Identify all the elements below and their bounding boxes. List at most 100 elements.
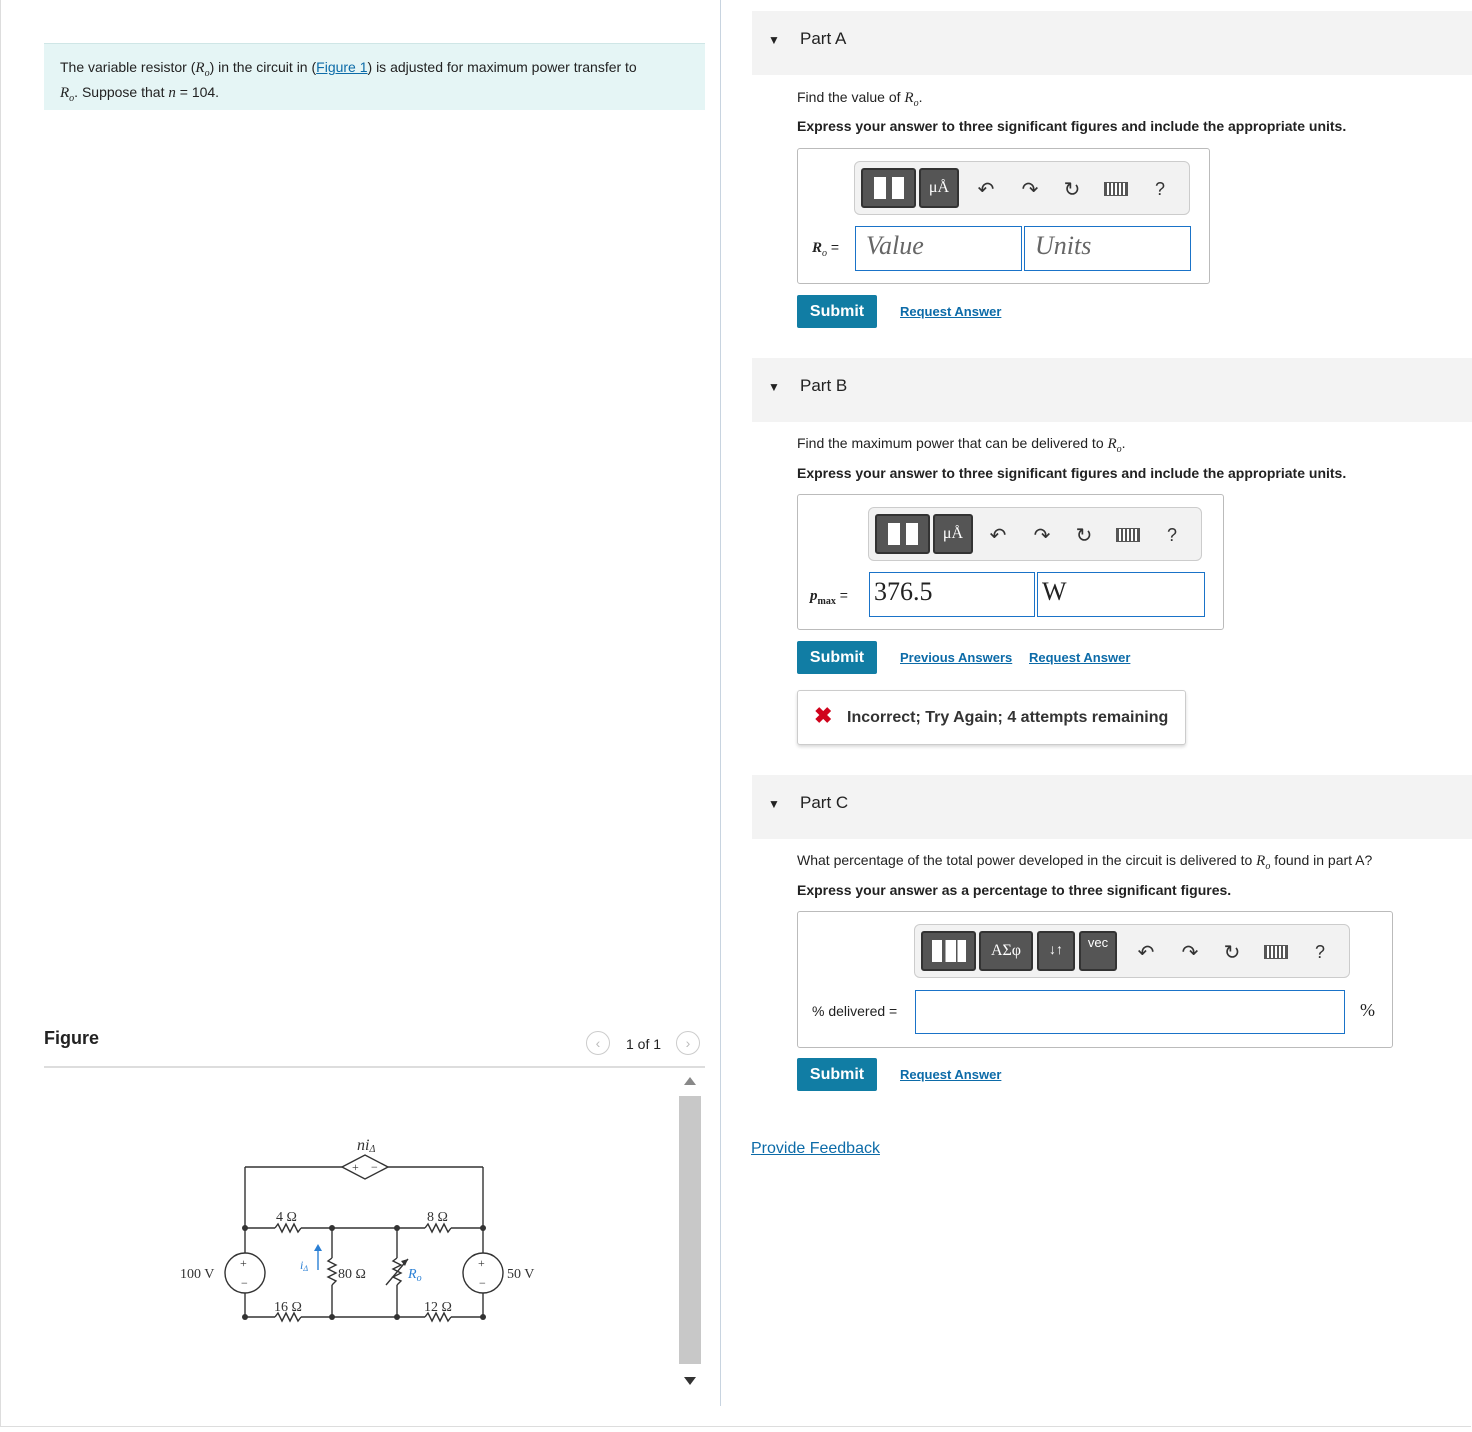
help-icon[interactable]: ? xyxy=(1147,176,1173,202)
svg-text:Ro: Ro xyxy=(407,1267,422,1284)
part-c-var-label: % delivered = xyxy=(812,1003,898,1019)
part-a-toolbar: μÅ ↶ ↷ ↻ ? xyxy=(854,161,1190,215)
dep-source-sub: Δ xyxy=(368,1144,375,1155)
undo-icon[interactable]: ↶ xyxy=(985,522,1011,548)
part-b-previous-answers-link[interactable]: Previous Answers xyxy=(900,650,1012,665)
provide-feedback-link[interactable]: Provide Feedback xyxy=(751,1140,880,1158)
label-r12: 12 Ω xyxy=(424,1300,452,1315)
template-icon xyxy=(873,177,904,199)
part-a-eq: = xyxy=(827,239,840,255)
part-b-value-input[interactable]: 376.5 xyxy=(869,572,1035,617)
problem-text: The variable resistor ( xyxy=(60,59,196,75)
part-b-question: Find the maximum power that can be deliv… xyxy=(797,435,1126,455)
reset-icon[interactable]: ↻ xyxy=(1059,176,1085,202)
part-b-var: p xyxy=(810,588,818,604)
keyboard-icon[interactable] xyxy=(1263,939,1289,965)
part-b-units-input[interactable]: W xyxy=(1037,572,1205,617)
next-figure-button[interactable]: › xyxy=(676,1031,700,1055)
keyboard-icon[interactable] xyxy=(1103,176,1129,202)
label-ro: R xyxy=(407,1267,417,1282)
vec-button[interactable]: vec xyxy=(1079,931,1117,971)
part-b-request-answer-link[interactable]: Request Answer xyxy=(1029,650,1130,665)
label-ro-sub: o xyxy=(417,1273,422,1284)
scroll-down-icon[interactable] xyxy=(684,1377,696,1385)
redo-icon[interactable]: ↷ xyxy=(1029,522,1055,548)
part-b-label: Part B xyxy=(800,376,848,395)
redo-icon[interactable]: ↷ xyxy=(1177,939,1203,965)
keyboard-icon[interactable] xyxy=(1115,522,1141,548)
label-100v: 100 V xyxy=(180,1267,214,1282)
part-c-unit: % xyxy=(1360,1000,1375,1020)
svg-text:iΔ: iΔ xyxy=(300,1258,308,1273)
undo-icon[interactable]: ↶ xyxy=(1133,939,1159,965)
part-c-toolbar: ΑΣφ ↓↑ vec ↶ ↷ ↻ ? xyxy=(914,924,1350,978)
label-r16: 16 Ω xyxy=(274,1300,302,1315)
help-icon[interactable]: ? xyxy=(1307,939,1333,965)
n-value: = 104. xyxy=(175,83,220,100)
problem-text-after: ) is adjusted for maximum power transfer… xyxy=(367,59,637,75)
part-c-question: What percentage of the total power devel… xyxy=(797,852,1372,872)
problem-text-mid: ) in the circuit in ( xyxy=(209,59,317,75)
part-a-request-answer-link[interactable]: Request Answer xyxy=(900,304,1001,319)
part-a-question: Find the value of Ro. xyxy=(797,89,923,109)
svg-text:niΔ: niΔ xyxy=(357,1137,375,1155)
dependent-source xyxy=(340,1154,390,1180)
r-symbol-2: R xyxy=(60,84,70,101)
r-symbol: R xyxy=(195,60,205,76)
collapse-triangle-icon[interactable]: ▼ xyxy=(768,380,780,394)
part-b-var-label: pmax = xyxy=(810,587,848,607)
part-c-request-answer-link[interactable]: Request Answer xyxy=(900,1067,1001,1082)
part-a-question-sym: R xyxy=(904,90,914,106)
part-a-units-input[interactable]: Units xyxy=(1024,226,1191,271)
templates-button[interactable] xyxy=(921,931,976,971)
reset-icon[interactable]: ↻ xyxy=(1219,939,1245,965)
label-i-delta-sub: Δ xyxy=(302,1264,308,1273)
part-c-header[interactable]: ▼ Part C xyxy=(752,775,1472,839)
part-c-question-after: found in part A? xyxy=(1270,852,1373,868)
units-button[interactable]: μÅ xyxy=(919,168,959,208)
reset-icon[interactable]: ↻ xyxy=(1071,522,1097,548)
prev-figure-button[interactable]: ‹ xyxy=(586,1031,610,1055)
part-a-value-input[interactable]: Value xyxy=(855,226,1022,271)
src100-plus: + xyxy=(240,1256,247,1270)
redo-icon[interactable]: ↷ xyxy=(1017,176,1043,202)
templates-button[interactable] xyxy=(875,514,930,554)
part-a-header[interactable]: ▼ Part A xyxy=(752,11,1472,75)
part-c-question-sym: R xyxy=(1256,853,1266,869)
part-c-value-input[interactable] xyxy=(915,990,1345,1034)
part-c-label: Part C xyxy=(800,793,849,812)
part-b-header[interactable]: ▼ Part B xyxy=(752,358,1472,422)
dep-source-label: ni xyxy=(357,1137,369,1154)
pane-divider xyxy=(720,0,721,1406)
figure-link[interactable]: Figure 1 xyxy=(316,59,367,75)
src100-minus: − xyxy=(241,1276,248,1290)
part-c-submit-button[interactable]: Submit xyxy=(797,1058,877,1091)
part-c-question-text: What percentage of the total power devel… xyxy=(797,852,1257,868)
part-b-answer-box: μÅ ↶ ↷ ↻ ? pmax = 376.5 W xyxy=(797,494,1224,630)
part-a-submit-button[interactable]: Submit xyxy=(797,295,877,328)
part-c-answer-box: ΑΣφ ↓↑ vec ↶ ↷ ↻ ? % delivered = % xyxy=(797,911,1393,1048)
units-button[interactable]: μÅ xyxy=(933,514,973,554)
templates-button[interactable] xyxy=(861,168,916,208)
part-c-instruction: Express your answer as a percentage to t… xyxy=(797,882,1232,898)
chevron-right-icon: › xyxy=(685,1035,691,1051)
scroll-up-icon[interactable] xyxy=(684,1077,696,1085)
help-icon[interactable]: ? xyxy=(1159,522,1185,548)
circuit-diagram: niΔ + − 4 Ω 8 Ω 80 Ω Ro 16 Ω 12 Ω 100 V … xyxy=(180,1137,534,1323)
label-r8: 8 Ω xyxy=(427,1210,448,1225)
part-b-feedback-text: Incorrect; Try Again; 4 attempts remaini… xyxy=(847,709,1169,726)
incorrect-x-icon: ✖ xyxy=(814,703,833,728)
part-b-question-text: Find the maximum power that can be deliv… xyxy=(797,435,1108,451)
undo-icon[interactable]: ↶ xyxy=(973,176,999,202)
arrows-button[interactable]: ↓↑ xyxy=(1037,931,1075,971)
collapse-triangle-icon[interactable]: ▼ xyxy=(768,33,780,47)
greek-button[interactable]: ΑΣφ xyxy=(979,931,1033,971)
part-a-question-sub: o xyxy=(913,97,919,109)
collapse-triangle-icon[interactable]: ▼ xyxy=(768,797,780,811)
template-icon xyxy=(931,940,966,962)
scrollbar-thumb[interactable] xyxy=(679,1096,701,1364)
src50-minus: − xyxy=(479,1276,486,1290)
part-b-submit-button[interactable]: Submit xyxy=(797,641,877,674)
part-b-eq: = xyxy=(835,587,848,603)
n-symbol: n xyxy=(168,84,176,101)
